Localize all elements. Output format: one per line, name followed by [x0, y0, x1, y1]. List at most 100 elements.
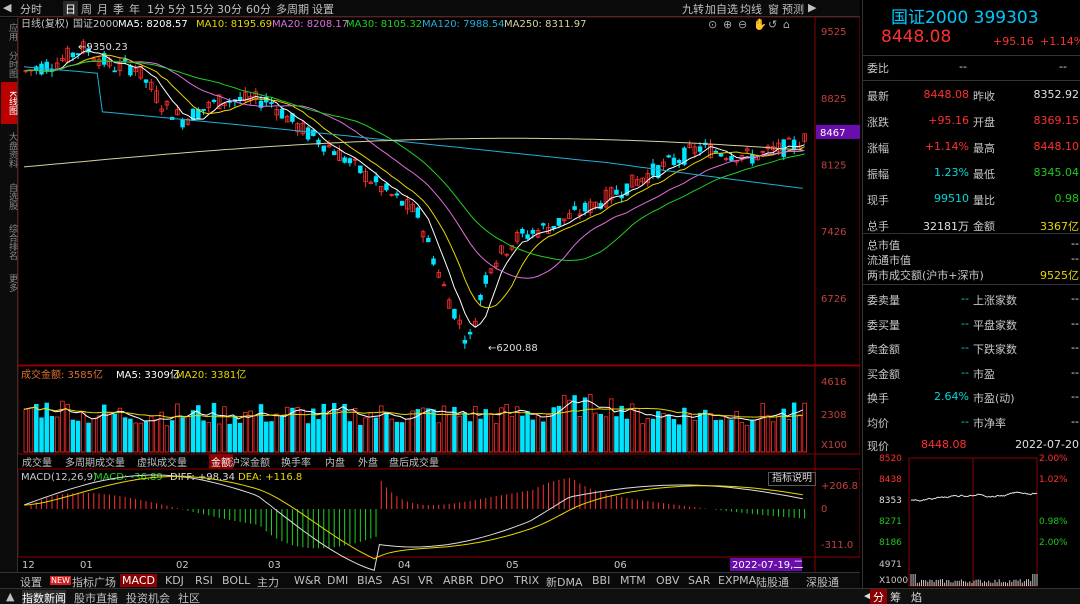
indicator-button[interactable]: EXPMA [718, 574, 756, 587]
period-tab[interactable]: 分时 [20, 1, 42, 17]
period-tab[interactable]: 设置 [312, 1, 334, 17]
forward-icon[interactable]: ▶ [808, 1, 816, 14]
period-tab[interactable]: 30分 [217, 1, 242, 17]
status-tab[interactable]: 投资机会 [126, 590, 170, 604]
indicator-button[interactable]: MTM [620, 574, 646, 587]
volume-bar [426, 408, 431, 453]
toolbar-tool[interactable]: 预测 [782, 1, 804, 17]
ma-legend: MA250: 8311.97 [504, 19, 586, 30]
candle-body [331, 151, 337, 156]
period-tab[interactable]: 1分 [147, 1, 165, 17]
ma-line-20 [25, 60, 805, 279]
date-tick: 02 [176, 560, 189, 571]
period-tab[interactable]: 5分 [168, 1, 186, 17]
period-tab[interactable]: 日 [63, 1, 78, 17]
period-tab[interactable]: 季 [113, 1, 124, 17]
volume-bar [786, 419, 792, 453]
sidebar-item[interactable]: 分时图 [1, 48, 17, 80]
volume-bar [258, 404, 264, 453]
indicator-tab[interactable]: 内盘 [325, 454, 345, 469]
chart-tool-icon[interactable]: ⌂ [783, 18, 790, 31]
indicator-button[interactable]: DPO [480, 574, 504, 587]
candle-body [347, 158, 353, 164]
chart-tool-icon[interactable]: ⊕ [723, 18, 732, 31]
chart-tool-icon[interactable]: ⊖ [738, 18, 747, 31]
indicator-button[interactable]: OBV [656, 574, 679, 587]
indicator-tab[interactable]: 盘后成交量 [389, 454, 439, 469]
indicator-button[interactable]: VR [418, 574, 433, 587]
indicator-button[interactable]: BIAS [357, 574, 382, 587]
sidebar-item[interactable]: 自选股 [1, 176, 17, 216]
indicator-button[interactable]: TRIX [514, 574, 539, 587]
volume-bar [180, 417, 185, 453]
right-tab[interactable]: 筹 [890, 589, 901, 604]
sidebar-item[interactable]: 大盘资料 [1, 126, 17, 174]
indicator-tab[interactable]: 沪深金额 [230, 454, 270, 469]
indicator-button[interactable]: ASI [392, 574, 410, 587]
low-label: ←6200.88 [488, 343, 538, 354]
volume-bar [237, 422, 243, 453]
right-tab[interactable]: 焰 [911, 589, 922, 604]
volume-bar [765, 415, 771, 453]
indicator-button[interactable]: SAR [688, 574, 710, 587]
candle-body [211, 99, 217, 102]
indicator-tab[interactable]: 换手率 [281, 454, 311, 469]
indicator-button[interactable]: W&R [294, 574, 321, 587]
expand-icon[interactable]: ▲ [6, 590, 14, 603]
breadth-label: 上涨家数 [973, 294, 1017, 307]
status-tab[interactable]: 指数新闻 [22, 590, 66, 604]
period-tab[interactable]: 月 [97, 1, 108, 17]
candle-body [122, 59, 128, 61]
period-tab[interactable]: 多周期 [276, 1, 309, 17]
candle-body [143, 79, 149, 83]
candle-body [462, 339, 468, 344]
indicator-button[interactable]: BOLL [222, 574, 250, 587]
sidebar-item[interactable]: 更多 [1, 268, 17, 298]
breadth-value: -- [1071, 316, 1079, 330]
toolbar-tool[interactable]: 窗 [768, 1, 779, 17]
indicator-button[interactable]: KDJ [165, 574, 184, 587]
toolbar-tool[interactable]: 九转 [682, 1, 704, 17]
chart-tool-icon[interactable]: ↺ [768, 18, 777, 31]
sidebar-item[interactable]: 应用 [1, 18, 17, 46]
sidebar-item[interactable]: 综合排名 [1, 218, 17, 266]
intraday-chart[interactable]: 8520 8438 8353 8271 8186 4971 X1000 2.00% 1.02% 0… [862, 452, 1080, 588]
candle-body [452, 308, 457, 319]
volume-bar [264, 421, 269, 453]
breadth-label: 委买量 [867, 318, 900, 332]
indicator-explain-button[interactable]: 指标说明 [768, 472, 816, 486]
back-icon[interactable]: ◀ [3, 1, 11, 14]
volume-bar [656, 411, 661, 453]
indicator-button[interactable]: ARBR [443, 574, 473, 587]
volume-bar [791, 402, 797, 453]
period-tab[interactable]: 15分 [189, 1, 214, 17]
toolbar-tool[interactable]: 加自选 [705, 1, 738, 17]
weibi-diff: -- [1059, 60, 1067, 73]
indicator-button[interactable]: DMI [327, 574, 348, 587]
indicator-tab[interactable]: 虚拟成交量 [137, 454, 187, 469]
period-tab[interactable]: 周 [81, 1, 92, 17]
kline-chart[interactable]: 日线(复权) 国证2000 MA5: 8208.57 MA10: 8195.69 MA2… [18, 17, 860, 572]
volume-bar [567, 399, 572, 453]
chart-tool-icon[interactable]: ✋ [753, 18, 767, 31]
volume-bar [420, 407, 426, 453]
period-tab[interactable]: 60分 [246, 1, 271, 17]
indicator-button[interactable]: RSI [195, 574, 213, 587]
quote-title: 国证2000 399303 [891, 8, 1039, 28]
volume-bar [39, 417, 44, 453]
indicator-button[interactable]: BBI [592, 574, 610, 587]
chart-tool-icon[interactable]: ⊙ [708, 18, 717, 31]
period-tab[interactable]: 年 [129, 1, 140, 17]
indicator-tab[interactable]: 成交量 [22, 454, 52, 469]
indicator-button[interactable]: NEW [50, 576, 71, 585]
status-tab[interactable]: 社区 [178, 590, 200, 604]
indicator-button[interactable]: MACD [120, 574, 157, 587]
breadth-label: 换手 [867, 392, 889, 405]
candle-body [39, 63, 44, 75]
indicator-tab[interactable]: 外盘 [358, 454, 378, 469]
toolbar-tool[interactable]: 均线 [740, 1, 762, 17]
sidebar-item[interactable]: K线图 [1, 82, 17, 124]
right-tab[interactable]: 分 [870, 589, 887, 604]
status-tab[interactable]: 股市直播 [74, 590, 118, 604]
indicator-tab[interactable]: 多周期成交量 [65, 454, 125, 469]
